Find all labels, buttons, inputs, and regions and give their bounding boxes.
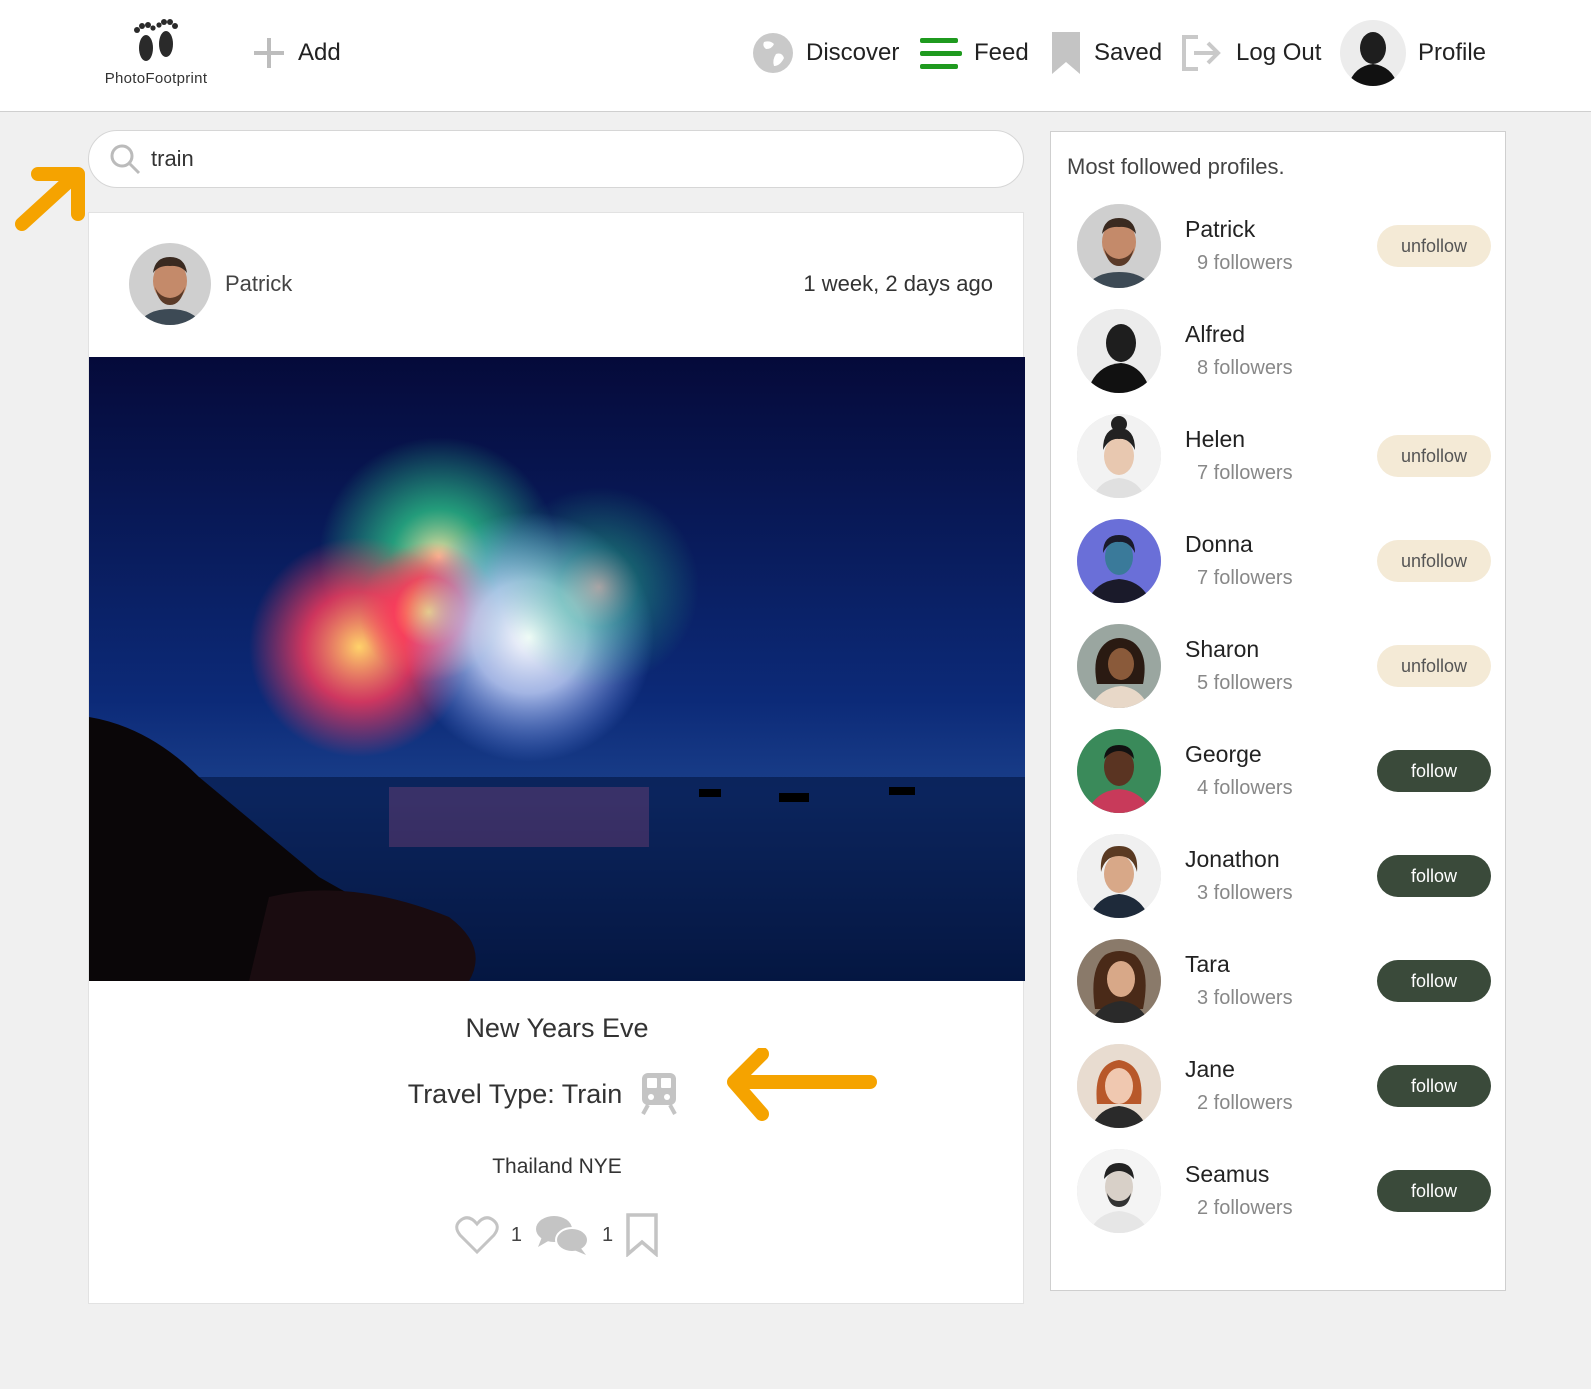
- profile-followers: 3 followers: [1197, 987, 1293, 1009]
- search-icon: [110, 144, 141, 175]
- post-author[interactable]: Patrick: [129, 243, 292, 325]
- profile-name[interactable]: Seamus: [1185, 1161, 1269, 1188]
- nav-discover[interactable]: Discover: [752, 30, 899, 76]
- unfollow-button[interactable]: unfollow: [1377, 645, 1491, 687]
- post-timestamp: 1 week, 2 days ago: [803, 271, 993, 296]
- logo-text: PhotoFootprint: [104, 70, 208, 87]
- discover-label: Discover: [806, 39, 900, 66]
- unfollow-button[interactable]: unfollow: [1377, 540, 1491, 582]
- profile-item: Jane 2 followers follow: [1077, 1044, 1497, 1128]
- profile-name[interactable]: Donna: [1185, 531, 1253, 558]
- menu-icon: [920, 38, 962, 69]
- avatar[interactable]: [1077, 1044, 1161, 1128]
- profile-item: Patrick 9 followers unfollow: [1077, 204, 1497, 288]
- feed-label: Feed: [974, 39, 1029, 66]
- search-bar[interactable]: [88, 130, 1024, 188]
- profile-followers: 2 followers: [1197, 1092, 1293, 1114]
- add-button[interactable]: Add: [252, 30, 341, 76]
- profile-name[interactable]: Tara: [1185, 951, 1230, 978]
- follow-button[interactable]: follow: [1377, 1065, 1491, 1107]
- nav-feed[interactable]: Feed: [920, 30, 1029, 76]
- profile-item: George 4 followers follow: [1077, 729, 1497, 813]
- comments-icon[interactable]: [534, 1213, 590, 1257]
- profile-item: Jonathon 3 followers follow: [1077, 834, 1497, 918]
- profile-followers: 4 followers: [1197, 777, 1293, 799]
- profile-followers: 7 followers: [1197, 567, 1293, 589]
- avatar[interactable]: [1077, 729, 1161, 813]
- profile-name[interactable]: Alfred: [1185, 321, 1245, 348]
- unfollow-button[interactable]: unfollow: [1377, 435, 1491, 477]
- avatar[interactable]: [1077, 204, 1161, 288]
- logo[interactable]: PhotoFootprint: [96, 16, 216, 87]
- profile-followers: 9 followers: [1197, 252, 1293, 274]
- profile-item: Tara 3 followers follow: [1077, 939, 1497, 1023]
- profile-followers: 2 followers: [1197, 1197, 1293, 1219]
- logout-button[interactable]: Log Out: [1180, 30, 1321, 76]
- profile-followers: 3 followers: [1197, 882, 1293, 904]
- profile-item: Helen 7 followers unfollow: [1077, 414, 1497, 498]
- profile-item: Seamus 2 followers follow: [1077, 1149, 1497, 1233]
- arrow-annotation-icon: [15, 167, 85, 231]
- unfollow-button[interactable]: unfollow: [1377, 225, 1491, 267]
- follow-button[interactable]: follow: [1377, 855, 1491, 897]
- post-photo[interactable]: [89, 357, 1025, 981]
- profile-followers: 5 followers: [1197, 672, 1293, 694]
- profile-item: Donna 7 followers unfollow: [1077, 519, 1497, 603]
- post-title: New Years Eve: [465, 1013, 649, 1043]
- travel-type: Travel Type: Train: [89, 1073, 1025, 1115]
- bookmark-icon: [1052, 32, 1080, 74]
- avatar[interactable]: [1077, 1149, 1161, 1233]
- profile-name[interactable]: Helen: [1185, 426, 1245, 453]
- post-actions: 1 1: [89, 1213, 1025, 1257]
- follow-button[interactable]: follow: [1377, 750, 1491, 792]
- profile-name[interactable]: Jane: [1185, 1056, 1235, 1083]
- heart-icon[interactable]: [455, 1215, 499, 1255]
- footprints-icon: [134, 19, 178, 61]
- avatar[interactable]: [1077, 624, 1161, 708]
- nav-profile[interactable]: Profile: [1340, 20, 1486, 86]
- train-icon: [641, 1073, 678, 1115]
- avatar[interactable]: [1077, 519, 1161, 603]
- follow-button[interactable]: follow: [1377, 1170, 1491, 1212]
- top-navbar: PhotoFootprint Add Discover Feed Saved L…: [0, 0, 1591, 112]
- sidebar-title: Most followed profiles.: [1067, 154, 1285, 179]
- avatar[interactable]: [1077, 834, 1161, 918]
- post-username: Patrick: [225, 271, 293, 296]
- post-location: Thailand NYE: [492, 1155, 622, 1178]
- saved-label: Saved: [1094, 39, 1163, 66]
- nav-saved[interactable]: Saved: [1050, 30, 1162, 76]
- profile-name[interactable]: Sharon: [1185, 636, 1259, 663]
- search-input[interactable]: [151, 146, 991, 172]
- plus-icon: [254, 38, 284, 68]
- avatar: [129, 243, 211, 325]
- follow-button[interactable]: follow: [1377, 960, 1491, 1002]
- profile-label: Profile: [1418, 39, 1487, 66]
- arrow-annotation-icon: [727, 1048, 877, 1121]
- likes-count: 1: [510, 1223, 522, 1246]
- most-followed-panel: Most followed profiles. Patrick 9 follow…: [1050, 131, 1506, 1291]
- globe-icon: [753, 33, 793, 73]
- avatar[interactable]: [1077, 309, 1161, 393]
- logout-icon: [1182, 35, 1221, 71]
- profile-item: Alfred 8 followers: [1077, 309, 1497, 393]
- profile-name[interactable]: Patrick: [1185, 216, 1255, 243]
- logout-label: Log Out: [1236, 39, 1322, 66]
- profile-followers: 8 followers: [1197, 357, 1293, 379]
- profile-followers: 7 followers: [1197, 462, 1293, 484]
- avatar[interactable]: [1077, 939, 1161, 1023]
- profile-name[interactable]: Jonathon: [1185, 846, 1280, 873]
- comments-count: 1: [602, 1223, 614, 1246]
- bookmark-icon[interactable]: [625, 1213, 659, 1257]
- avatar[interactable]: [1077, 414, 1161, 498]
- travel-type-label: Travel Type: Train: [407, 1078, 623, 1109]
- add-label: Add: [298, 39, 341, 66]
- profile-name[interactable]: George: [1185, 741, 1262, 768]
- avatar: [1340, 20, 1406, 86]
- post-card: Patrick 1 week, 2 days ago New Years Eve…: [88, 212, 1025, 1304]
- profile-item: Sharon 5 followers unfollow: [1077, 624, 1497, 708]
